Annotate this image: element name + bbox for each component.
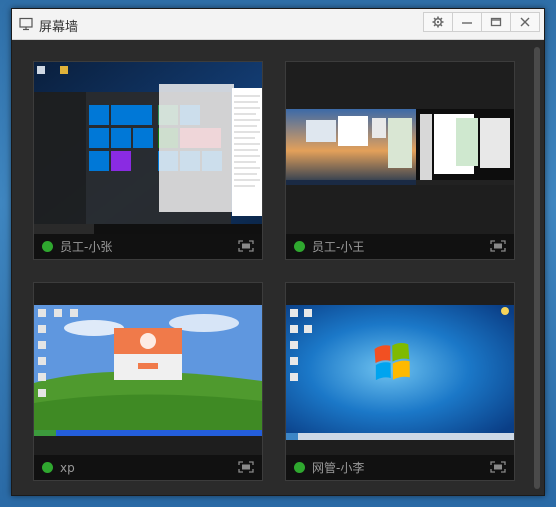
scrollbar-thumb[interactable] bbox=[534, 47, 540, 489]
tile-label: 员工-小张 bbox=[60, 240, 113, 254]
screen-tile[interactable]: 员工-小王 bbox=[285, 61, 515, 260]
tile-footer: 网管-小李 bbox=[286, 455, 514, 480]
gear-icon bbox=[432, 16, 444, 28]
screen-thumbnail-win10[interactable] bbox=[34, 62, 262, 234]
window-title: 屏幕墙 bbox=[39, 20, 79, 35]
fullscreen-icon[interactable] bbox=[490, 240, 506, 252]
fullscreen-icon[interactable] bbox=[238, 461, 254, 473]
close-icon bbox=[520, 17, 530, 27]
screen-tile[interactable]: 员工-小张 bbox=[33, 61, 263, 260]
screen-tile[interactable]: 网管-小李 bbox=[285, 282, 515, 481]
screen-wall-window: 屏幕墙 员工-小张 员工-小王 xp 网管-小李 bbox=[11, 8, 545, 496]
minimize-icon bbox=[462, 22, 472, 24]
monitor-icon bbox=[19, 17, 33, 31]
online-status-dot bbox=[42, 462, 53, 473]
vertical-scrollbar[interactable] bbox=[533, 45, 541, 491]
fullscreen-icon[interactable] bbox=[238, 240, 254, 252]
settings-button[interactable] bbox=[423, 12, 453, 32]
fullscreen-icon[interactable] bbox=[490, 461, 506, 473]
multi-monitor-preview bbox=[286, 62, 514, 234]
minimize-button[interactable] bbox=[452, 12, 482, 32]
close-button[interactable] bbox=[510, 12, 540, 32]
tile-label: xp bbox=[60, 460, 75, 475]
tile-footer: 员工-小张 bbox=[34, 234, 262, 259]
win7-desktop-preview bbox=[286, 283, 514, 455]
online-status-dot bbox=[294, 462, 305, 473]
tile-label: 员工-小王 bbox=[312, 240, 365, 254]
xp-desktop-preview bbox=[34, 283, 262, 455]
maximize-button[interactable] bbox=[481, 12, 511, 32]
online-status-dot bbox=[294, 241, 305, 252]
online-status-dot bbox=[42, 241, 53, 252]
maximize-icon bbox=[490, 17, 502, 27]
screen-wall-grid: 员工-小张 员工-小王 xp 网管-小李 bbox=[12, 41, 533, 497]
screen-thumbnail-xp[interactable] bbox=[34, 283, 262, 455]
tile-footer: 员工-小王 bbox=[286, 234, 514, 259]
screen-tile[interactable]: xp bbox=[33, 282, 263, 481]
window-controls bbox=[423, 12, 540, 32]
title-bar[interactable]: 屏幕墙 bbox=[12, 9, 544, 40]
tile-label: 网管-小李 bbox=[312, 461, 365, 475]
win10-desktop-preview bbox=[34, 62, 262, 234]
tile-footer: xp bbox=[34, 455, 262, 480]
screen-thumbnail-multi[interactable] bbox=[286, 62, 514, 234]
screen-thumbnail-win7[interactable] bbox=[286, 283, 514, 455]
